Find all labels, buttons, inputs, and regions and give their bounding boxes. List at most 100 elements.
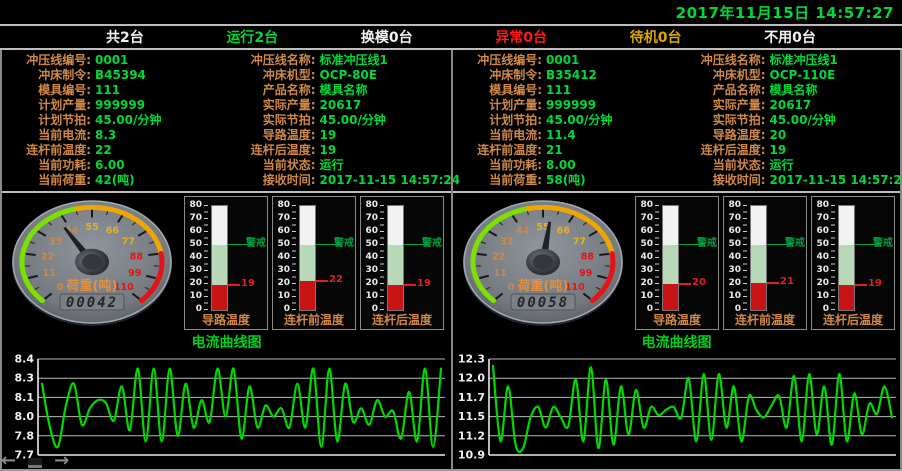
rod-rear-temp-value: 19 — [766, 143, 787, 157]
info-label: 冲床机型: — [228, 68, 316, 82]
gauge-odometer: 00042 — [66, 295, 118, 311]
info-label: 产品名称: — [228, 83, 316, 97]
thermometer-rod-front-temp: 80706050403020100警戒22连杆前温度 — [272, 196, 356, 330]
scale-tick: 40 — [185, 252, 202, 262]
press-line-hmi-dashboard: 2017年11月15日 14:57:27 共2台运行2台换模0台异常0台待机0台… — [0, 0, 902, 471]
scale-tick: 70 — [361, 213, 378, 223]
svg-text:55: 55 — [85, 222, 98, 233]
value-marker — [228, 284, 240, 286]
thermometer-label: 连杆后温度 — [361, 311, 443, 328]
current-current-value: 11.4 — [542, 128, 576, 142]
guide-temp-value: 19 — [316, 128, 337, 142]
info-column-right: 冲压线名称:标准冲压线1冲床机型:OCP-80E产品名称:模具名称实际产量:20… — [227, 53, 452, 187]
scale-tick: 30 — [636, 265, 653, 275]
scale-tick: 60 — [273, 226, 290, 236]
press-order-value: B35412 — [542, 68, 597, 82]
info-mold-no: 模具编号:111 — [454, 83, 676, 97]
info-label: 当前荷重: — [3, 173, 91, 187]
info-actual-cycle: 实际节拍:45.00/分钟 — [228, 113, 451, 127]
scale-tick: 70 — [812, 213, 829, 223]
info-rod-rear-temp: 连杆后温度:19 — [678, 143, 900, 157]
nav-icons: ← → — [1, 454, 69, 468]
svg-text:77: 77 — [573, 236, 586, 247]
window-icon[interactable] — [28, 458, 42, 468]
press-model-value: OCP-110E — [766, 68, 836, 82]
press-line-name-value: 标准冲压线1 — [316, 53, 388, 67]
current-power-value: 6.00 — [91, 158, 125, 172]
press-line-name-value: 标准冲压线1 — [766, 53, 838, 67]
info-label: 冲压线编号: — [454, 53, 542, 67]
info-label: 冲床制令: — [3, 68, 91, 82]
info-label: 当前荷重: — [454, 173, 542, 187]
info-label: 实际节拍: — [228, 113, 316, 127]
thermometer-value: 22 — [329, 274, 343, 286]
scale-tick: 70 — [185, 213, 202, 223]
actual-cycle-value: 45.00/分钟 — [316, 113, 386, 127]
info-label: 计划节拍: — [3, 113, 91, 127]
scale-tick: 50 — [361, 239, 378, 249]
y-axis-tick: 12.0 — [458, 372, 485, 385]
thermometer-tube — [838, 205, 855, 311]
forward-icon[interactable]: → — [54, 454, 69, 468]
product-name-value: 模具名称 — [766, 83, 818, 97]
scale-tick: 10 — [185, 291, 202, 301]
scale-tick: 10 — [636, 291, 653, 301]
info-label: 当前功耗: — [3, 158, 91, 172]
svg-text:99: 99 — [579, 268, 592, 279]
press-line-no-value: 0001 — [91, 53, 128, 67]
guide-temp-value: 20 — [766, 128, 787, 142]
info-label: 冲压线名称: — [678, 53, 766, 67]
gauge-unit-label: 荷重(吨) — [517, 278, 569, 294]
info-current-status: 当前状态:运行 — [678, 158, 900, 172]
thermometer-value: 20 — [692, 277, 706, 289]
scale-tick: 50 — [812, 239, 829, 249]
status-total: 共2台 — [106, 27, 144, 47]
receive-time-value: 2017-11-15 14:57:24 — [766, 173, 902, 187]
thermometer-label: 连杆后温度 — [812, 311, 894, 328]
scale-tick: 50 — [636, 239, 653, 249]
info-actual-cycle: 实际节拍:45.00/分钟 — [678, 113, 900, 127]
scale-tick: 20 — [724, 278, 741, 288]
info-rod-front-temp: 连杆前温度:21 — [454, 143, 676, 157]
y-axis-tick: 10.9 — [458, 449, 485, 462]
receive-time-value: 2017-11-15 14:57:24 — [316, 173, 461, 187]
machine-info: 冲压线编号:0001冲床制令:B35412模具编号:111计划产量:999999… — [453, 50, 900, 193]
current-chart-block: 电流曲线图 12.312.011.711.511.210.9 — [453, 333, 900, 469]
value-marker — [855, 284, 867, 286]
current-curve-chart: 12.312.011.711.511.210.9 — [455, 353, 899, 463]
svg-text:11: 11 — [494, 268, 507, 279]
y-axis-tick: 12.3 — [458, 353, 485, 366]
y-axis-tick: 8.4 — [15, 353, 35, 366]
current-chart-block: 电流曲线图 8.48.38.18.07.87.7 — [2, 333, 451, 469]
y-axis-tick: 8.0 — [15, 410, 35, 423]
plan-cycle-value: 45.00/分钟 — [91, 113, 161, 127]
y-axis-tick: 8.3 — [15, 372, 35, 385]
back-icon[interactable]: ← — [1, 454, 16, 468]
info-press-line-name: 冲压线名称:标准冲压线1 — [678, 53, 900, 67]
svg-text:33: 33 — [500, 236, 513, 247]
scale-tick: 50 — [724, 239, 741, 249]
value-marker — [767, 282, 779, 284]
info-rod-front-temp: 连杆前温度:22 — [3, 143, 226, 157]
status-standby: 待机0台 — [630, 27, 682, 47]
chart-title: 电流曲线图 — [455, 333, 898, 353]
svg-text:11: 11 — [43, 268, 56, 279]
info-press-line-no: 冲压线编号:0001 — [3, 53, 226, 67]
info-label: 冲床制令: — [454, 68, 542, 82]
scale-tick: 50 — [185, 239, 202, 249]
tick-ruler — [380, 205, 384, 310]
rod-front-temp-value: 21 — [542, 143, 563, 157]
warn-label: 警戒 — [785, 238, 805, 250]
value-marker — [316, 280, 328, 282]
info-current-load: 当前荷重:58(吨) — [454, 173, 676, 187]
gauge-unit-label: 荷重(吨) — [66, 278, 118, 294]
titlebar: 2017年11月15日 14:57:27 — [0, 0, 902, 26]
scale-tick: 80 — [273, 200, 290, 210]
current-current-value: 8.3 — [91, 128, 116, 142]
scale-tick: 30 — [273, 265, 290, 275]
scale-tick: 30 — [185, 265, 202, 275]
thermometer-tube — [662, 205, 679, 311]
info-current-status: 当前状态:运行 — [228, 158, 451, 172]
scale-tick: 30 — [724, 265, 741, 275]
info-plan-cycle: 计划节拍:45.00/分钟 — [3, 113, 226, 127]
